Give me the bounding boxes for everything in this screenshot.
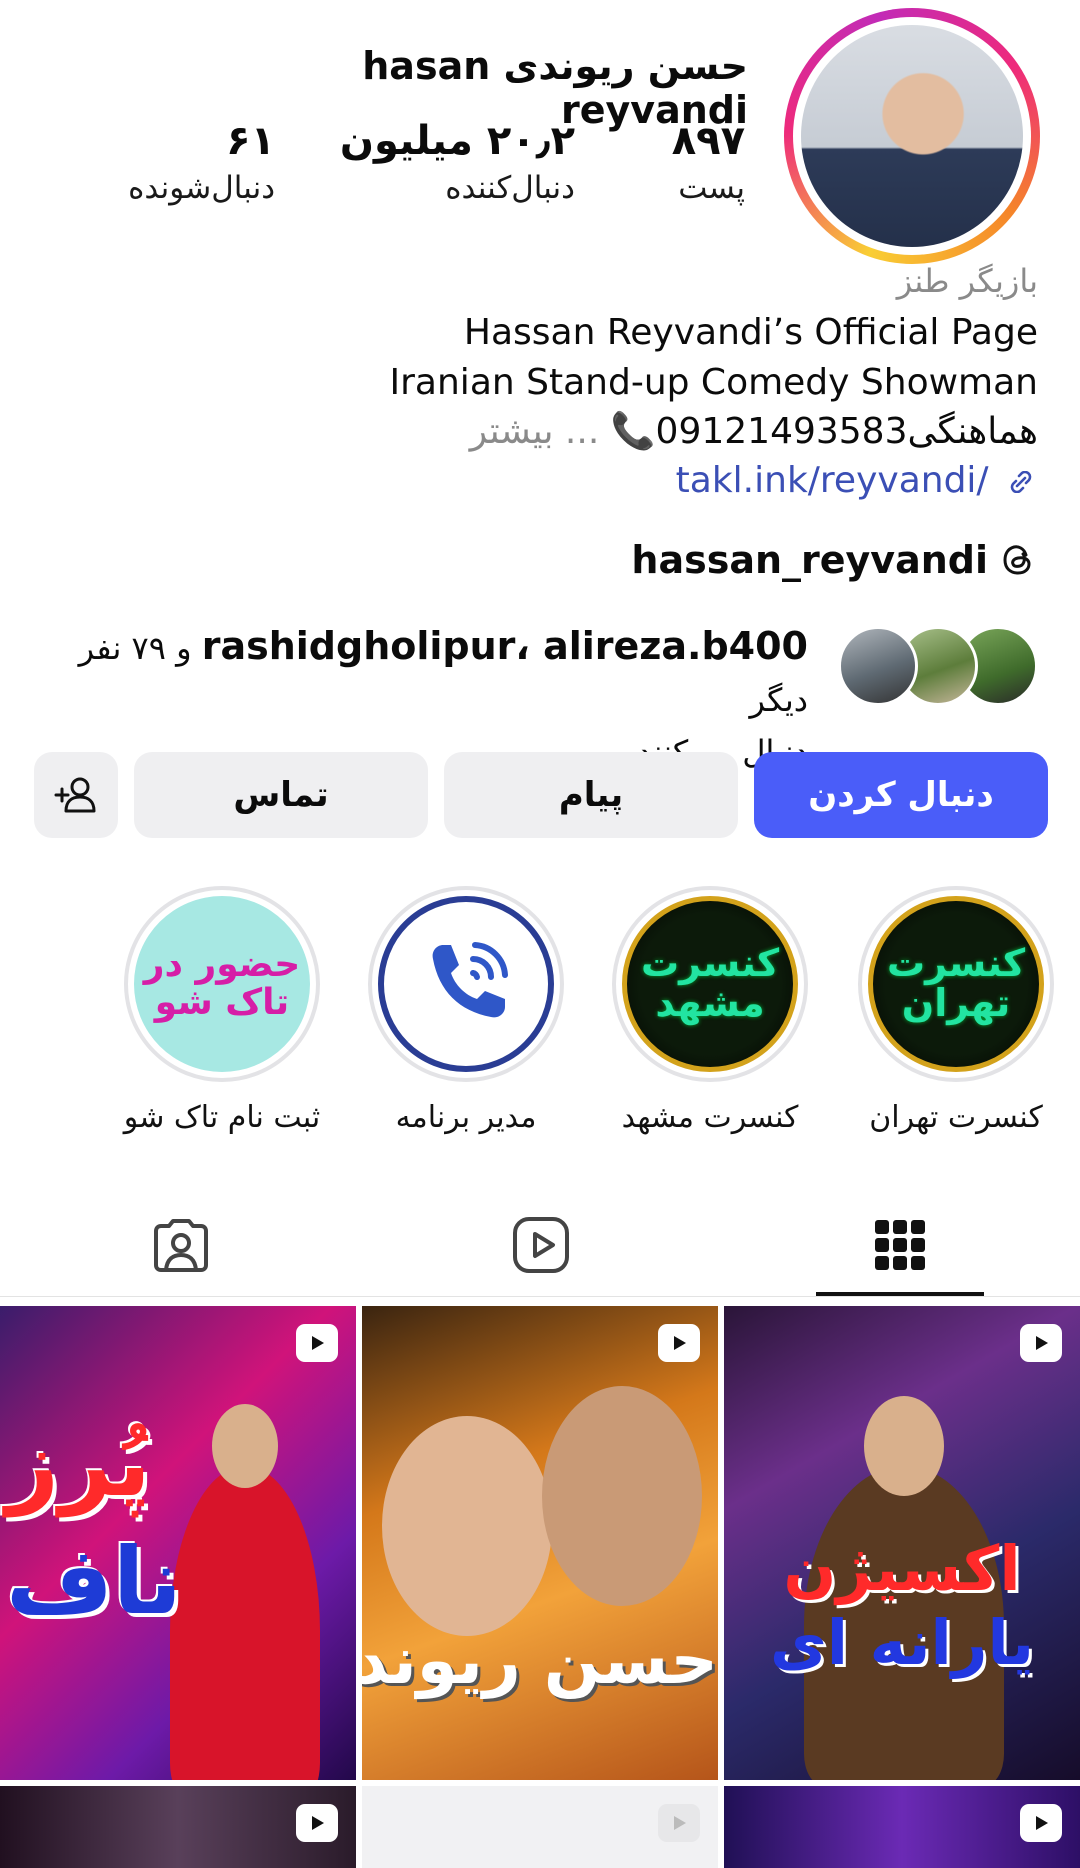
highlight-cover: حضور در تاک شو (134, 896, 310, 1072)
highlight-label: مدیر برنامه (395, 1100, 537, 1135)
profile-category: بازیگر طنز (896, 262, 1038, 300)
suggest-users-button[interactable] (34, 752, 118, 838)
bio-line-1: Hassan Reyvandi’s Official Page (463, 312, 1038, 353)
avatar-photo (801, 25, 1023, 247)
highlight-label: کنسرت مشهد (621, 1100, 799, 1135)
post-overlay-text: ناف (6, 1528, 182, 1635)
threads-username: hassan_reyvandi (631, 538, 988, 582)
link-icon (1010, 471, 1032, 493)
highlight-manager[interactable]: مدیر برنامه (366, 886, 566, 1135)
post-overlay-text: حسن ریوندی (362, 1622, 718, 1699)
play-icon (1036, 1816, 1048, 1830)
profile-avatar[interactable] (784, 8, 1040, 264)
bio-contact-text: هماهنگی09121493583📞 (610, 411, 1038, 452)
play-icon (674, 1816, 686, 1830)
highlight-cover (378, 896, 554, 1072)
post-overlay-text: اکسیژن (783, 1532, 1021, 1605)
follow-button[interactable]: دنبال کردن (754, 752, 1048, 838)
highlight-cover-text: تهران (901, 981, 1011, 1025)
highlight-cover-text: حضور در (143, 944, 301, 986)
highlight-cover-text: کنسرت (640, 941, 780, 986)
reel-badge (658, 1804, 700, 1842)
reel-badge (658, 1324, 700, 1362)
post-tile[interactable] (362, 1786, 718, 1868)
posts-label: پست (678, 170, 745, 206)
reel-badge (296, 1324, 338, 1362)
highlight-talkshow[interactable]: حضور در تاک شو ثبت نام تاک شو (122, 886, 322, 1135)
reel-badge (1020, 1324, 1062, 1362)
post-tile[interactable] (724, 1786, 1080, 1868)
threads-icon (1003, 545, 1031, 575)
following-label: دنبال‌شونده (128, 170, 275, 206)
post-overlay-text: یارانه ای (769, 1606, 1035, 1679)
bio-link[interactable]: takl.ink/reyvandi/ (676, 460, 1038, 501)
phone-icon (432, 942, 508, 1018)
play-icon (312, 1336, 324, 1350)
reel-badge (296, 1804, 338, 1842)
mutual-names: rashidgholipur، alireza.b400 (201, 624, 808, 668)
play-icon (312, 1816, 324, 1830)
mutual-followers[interactable]: rashidgholipur، alireza.b400 و ۷۹ نفر دی… (38, 620, 1038, 771)
tab-tagged[interactable] (136, 1200, 226, 1290)
post-tile[interactable]: پُرز ناف (0, 1306, 356, 1780)
bio-more-link[interactable]: ... بیشتر (470, 411, 600, 452)
highlight-tehran[interactable]: کنسرت تهران کنسرت تهران (856, 886, 1056, 1135)
tab-reels[interactable] (496, 1200, 586, 1290)
highlight-cover-text: کنسرت (886, 941, 1026, 986)
profile-page: حسن ریوندی hasan reyvandi ۸۹۷ پست ۲۰٫۲ م… (0, 0, 1080, 1868)
followers-count: ۲۰٫۲ میلیون (339, 118, 575, 164)
mutual-avatars (838, 626, 1038, 712)
highlight-cover: کنسرت تهران (868, 896, 1044, 1072)
tabs-divider (0, 1296, 1080, 1297)
reel-badge (1020, 1804, 1062, 1842)
following-stat[interactable]: ۶۱ دنبال‌شونده (100, 118, 275, 206)
highlight-cover: کنسرت مشهد (622, 896, 798, 1072)
highlight-label: کنسرت تهران (869, 1100, 1043, 1135)
play-icon (674, 1336, 686, 1350)
highlight-mashhad[interactable]: کنسرت مشهد کنسرت مشهد (610, 886, 810, 1135)
contact-button[interactable]: تماس (134, 752, 428, 838)
bio-link-text: takl.ink/reyvandi/ (675, 460, 989, 501)
reels-icon (513, 1217, 569, 1273)
highlight-label: ثبت نام تاک شو (123, 1100, 321, 1135)
bio-line-2: Iranian Stand-up Comedy Showman (389, 362, 1038, 403)
posts-count: ۸۹۷ (671, 118, 745, 164)
post-tile[interactable]: اکسیژن یارانه ای (724, 1306, 1080, 1780)
tab-posts-grid[interactable] (855, 1200, 945, 1290)
bio-line-3: هماهنگی09121493583📞 ... بیشتر (470, 410, 1038, 452)
highlight-cover-text: تاک شو (154, 982, 290, 1023)
posts-stat[interactable]: ۸۹۷ پست (610, 118, 745, 206)
grid-icon (875, 1220, 925, 1270)
followers-label: دنبال‌کننده (445, 170, 575, 206)
mutual-avatar (838, 626, 918, 706)
message-button[interactable]: پیام (444, 752, 738, 838)
post-overlay-text: پُرز (6, 1410, 151, 1517)
play-icon (1036, 1336, 1048, 1350)
tagged-icon (154, 1219, 208, 1272)
highlight-cover-text: مشهد (655, 981, 765, 1025)
post-tile[interactable]: حسن ریوندی (362, 1306, 718, 1780)
followers-stat[interactable]: ۲۰٫۲ میلیون دنبال‌کننده (330, 118, 575, 206)
add-person-icon (54, 777, 96, 813)
following-count: ۶۱ (226, 118, 275, 164)
post-tile[interactable] (0, 1786, 356, 1868)
threads-badge[interactable]: hassan_reyvandi (631, 538, 1038, 582)
